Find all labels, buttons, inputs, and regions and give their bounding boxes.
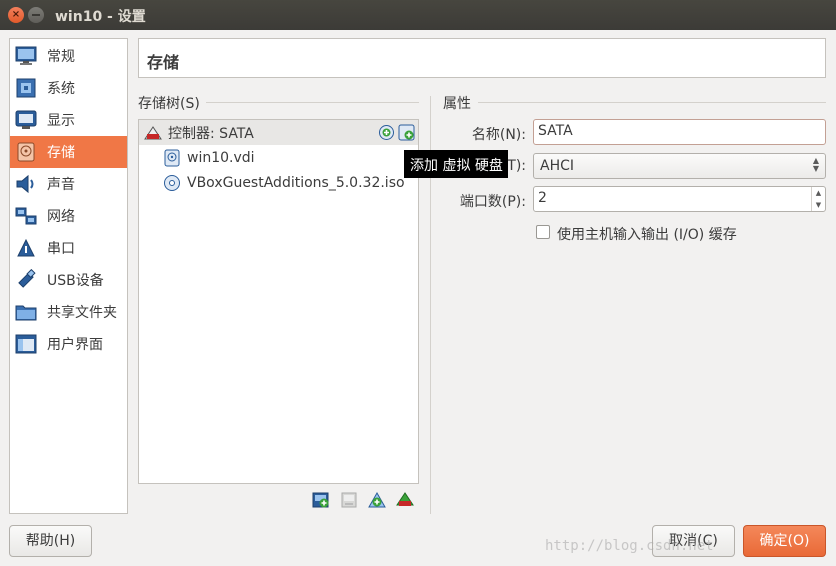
folder-icon: [14, 300, 38, 324]
properties-label: 属性: [443, 93, 477, 113]
network-icon: [14, 204, 38, 228]
monitor-icon: [14, 44, 38, 68]
type-select-value: AHCI: [540, 158, 575, 174]
sidebar-item-storage[interactable]: 存储: [10, 136, 127, 168]
sidebar-item-label: 显示: [47, 113, 75, 129]
help-button[interactable]: 帮助(H): [9, 525, 92, 557]
tree-item-label: VBoxGuestAdditions_5.0.32.iso: [187, 174, 405, 191]
usb-icon: [14, 268, 38, 292]
add-attachment-icon[interactable]: [368, 491, 386, 509]
page-header: 存储: [138, 38, 826, 78]
controller-label: 控制器: SATA: [168, 125, 254, 142]
sidebar-item-label: 存储: [47, 145, 75, 161]
sidebar-item-label: 系统: [47, 81, 75, 97]
close-window-button[interactable]: ×: [8, 7, 24, 23]
ok-button[interactable]: 确定(O): [743, 525, 826, 557]
name-label: 名称(N):: [471, 127, 526, 143]
sidebar-item-user-interface[interactable]: 用户界面: [10, 328, 127, 360]
optical-disc-icon: [163, 174, 181, 192]
disk-icon: [14, 140, 38, 164]
storage-tree-divider: [200, 102, 419, 103]
sidebar-item-label: 常规: [47, 49, 75, 65]
speaker-icon: [14, 172, 38, 196]
sidebar-item-serial-ports[interactable]: 串口: [10, 232, 127, 264]
type-select[interactable]: AHCI ▲ ▼: [533, 153, 826, 179]
spin-arrows[interactable]: ▲ ▼: [811, 187, 825, 211]
display-icon: [14, 108, 38, 132]
hard-disk-icon: [163, 149, 181, 167]
remove-controller-icon: [340, 491, 358, 509]
port-count-value: 2: [538, 190, 547, 206]
spin-up-icon[interactable]: ▲: [812, 187, 825, 199]
window-title: win10 - 设置: [55, 9, 146, 25]
sidebar-item-shared-folders[interactable]: 共享文件夹: [10, 296, 127, 328]
spin-down-icon[interactable]: ▼: [812, 199, 825, 211]
controller-icon: [144, 124, 162, 142]
serial-port-icon: [14, 236, 38, 260]
sidebar-item-usb[interactable]: USB设备: [10, 264, 127, 296]
sidebar-item-label: 网络: [47, 209, 75, 225]
sidebar-item-general[interactable]: 常规: [10, 40, 127, 72]
chevron-updown-icon: ▲ ▼: [812, 156, 819, 173]
host-io-cache-label: 使用主机输入输出 (I/O) 缓存: [557, 227, 737, 243]
tree-item-hard-disk[interactable]: win10.vdi: [139, 145, 418, 170]
add-hard-disk-icon[interactable]: [398, 124, 415, 141]
add-optical-drive-icon[interactable]: [378, 124, 395, 141]
sidebar-item-label: 共享文件夹: [47, 305, 117, 321]
sidebar-item-label: USB设备: [47, 273, 104, 289]
settings-category-list: 常规 系统 显示 存储 声音 网络 串口 USB设备 共享文件夹 用户界面: [9, 38, 128, 514]
name-field[interactable]: SATA: [533, 119, 826, 145]
properties-divider: [478, 102, 826, 103]
remove-attachment-icon[interactable]: [396, 491, 414, 509]
minimize-window-button[interactable]: [28, 7, 44, 23]
chip-icon: [14, 76, 38, 100]
storage-tree[interactable]: 控制器: SATA win10.vdi VBoxGuestAdditions_5…: [138, 119, 419, 484]
sidebar-item-label: 声音: [47, 177, 75, 193]
port-count-stepper[interactable]: 2 ▲ ▼: [533, 186, 826, 212]
add-controller-icon[interactable]: [312, 491, 330, 509]
watermark: http://blog.csdn.net: [545, 538, 714, 554]
sidebar-item-network[interactable]: 网络: [10, 200, 127, 232]
sidebar-item-label: 串口: [47, 241, 75, 257]
page-title: 存储: [147, 53, 180, 72]
sidebar-item-system[interactable]: 系统: [10, 72, 127, 104]
tree-item-label: win10.vdi: [187, 149, 255, 166]
tree-item-controller[interactable]: 控制器: SATA: [139, 120, 418, 145]
tree-item-optical-disc[interactable]: VBoxGuestAdditions_5.0.32.iso: [139, 170, 418, 195]
sidebar-item-audio[interactable]: 声音: [10, 168, 127, 200]
sidebar-item-display[interactable]: 显示: [10, 104, 127, 136]
sidebar-item-label: 用户界面: [47, 337, 103, 353]
storage-tree-label: 存储树(S): [138, 93, 206, 113]
tooltip: 添加 虚拟 硬盘: [404, 150, 508, 178]
title-bar: × win10 - 设置: [0, 0, 836, 30]
host-io-cache-checkbox[interactable]: [536, 225, 550, 239]
ui-icon: [14, 332, 38, 356]
port-count-label: 端口数(P):: [459, 194, 526, 210]
